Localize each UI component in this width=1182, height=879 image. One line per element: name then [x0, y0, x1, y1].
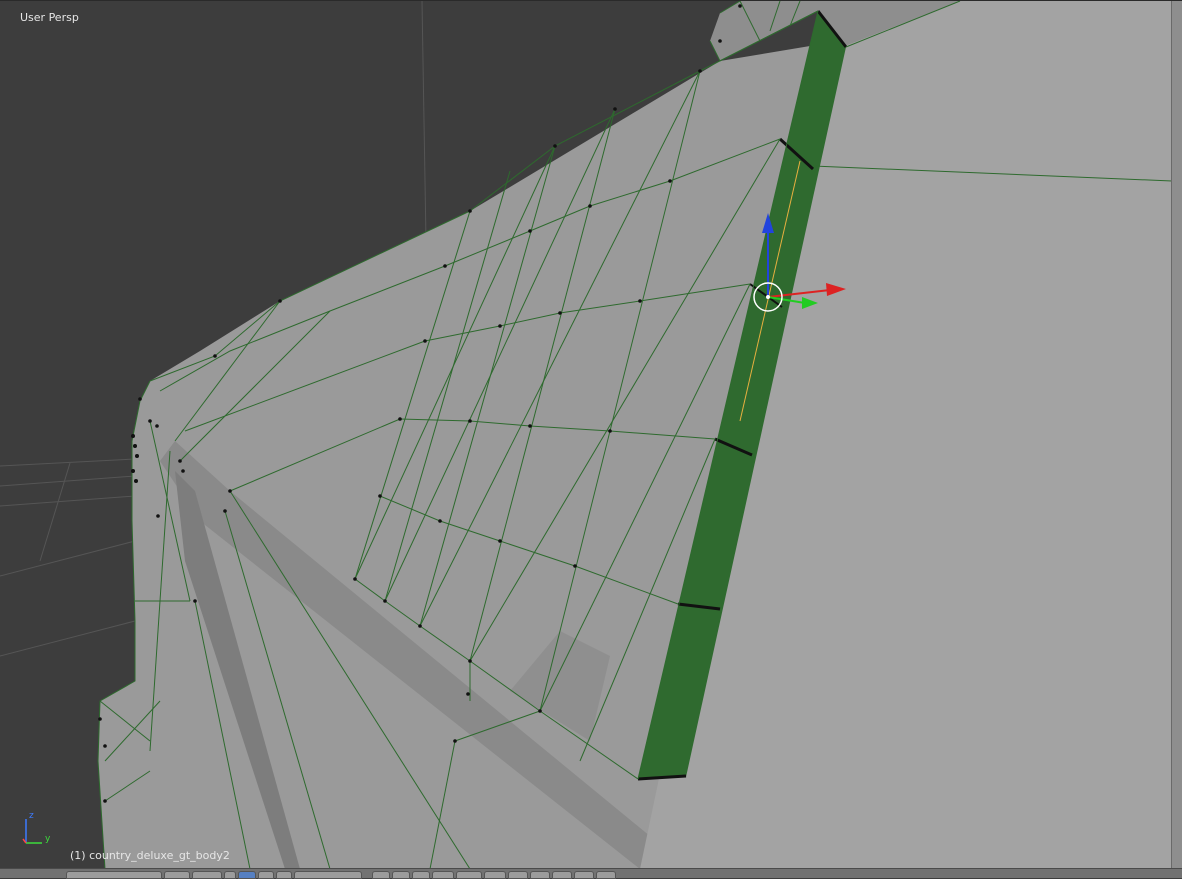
axis-z-label: z	[29, 811, 34, 821]
region-border[interactable]	[1171, 1, 1182, 868]
viewport-header	[0, 868, 1182, 879]
view-label: User Persp	[20, 11, 79, 24]
axis-indicator: z y	[22, 811, 51, 844]
active-object-label: (1) country_deluxe_gt_body2	[70, 849, 230, 862]
mesh-body	[98, 1, 1172, 868]
3d-viewport[interactable]: User Persp z y (1) country_deluxe_gt_bod…	[0, 0, 1182, 868]
axis-y-label: y	[45, 834, 51, 844]
mesh-scene[interactable]	[0, 1, 1182, 868]
